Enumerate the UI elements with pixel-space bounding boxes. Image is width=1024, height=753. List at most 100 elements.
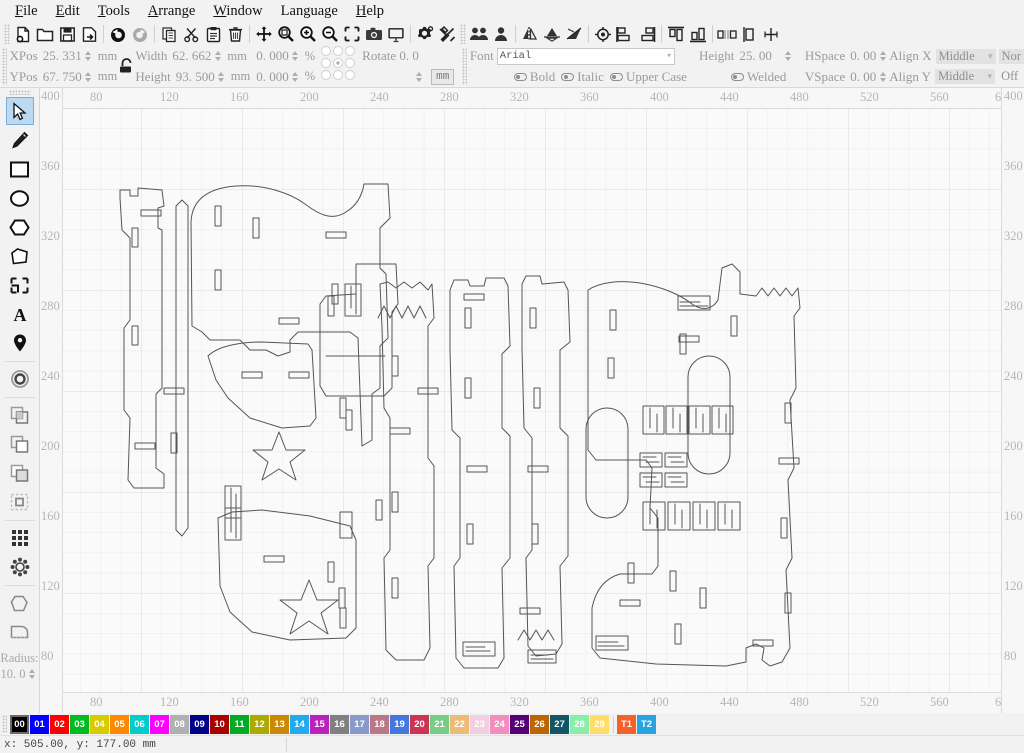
anchor-top-center[interactable] xyxy=(333,46,343,56)
align-left-icon[interactable] xyxy=(614,23,636,45)
palette-swatch-19[interactable]: 19 xyxy=(390,715,409,734)
ypos-value[interactable]: 67. 750 xyxy=(43,69,82,85)
welded-toggle[interactable] xyxy=(731,73,744,81)
palette-swatch-13[interactable]: 13 xyxy=(270,715,289,734)
width-percent-stepper[interactable] xyxy=(291,48,300,64)
draw-lines-tool[interactable] xyxy=(6,126,34,154)
lock-aspect-ratio-icon[interactable] xyxy=(117,46,135,87)
palette-swatch-20[interactable]: 20 xyxy=(410,715,429,734)
palette-swatch-14[interactable]: 14 xyxy=(290,715,309,734)
palette-swatch-28[interactable]: 28 xyxy=(570,715,589,734)
undo-icon[interactable] xyxy=(107,23,129,45)
palette-tool-T2[interactable]: T2 xyxy=(637,715,656,734)
close-path-tool[interactable] xyxy=(6,589,34,617)
rotate-label[interactable]: Rotate 0. 0 xyxy=(362,48,419,64)
palette-swatch-00[interactable]: 00 xyxy=(10,715,29,734)
palette-swatch-11[interactable]: 11 xyxy=(230,715,249,734)
ruler-vertical-left[interactable]: 400 360 320 280 240 200 160 120 80 xyxy=(40,88,63,713)
hspace-value[interactable]: 0. 00 xyxy=(850,48,876,64)
rectangle-tool[interactable] xyxy=(6,155,34,183)
text-height-value[interactable]: 25. 00 xyxy=(739,48,772,64)
palette-swatch-12[interactable]: 12 xyxy=(250,715,269,734)
height-value[interactable]: 93. 500 xyxy=(176,69,215,85)
bold-toggle[interactable] xyxy=(514,73,527,81)
offset-tool[interactable] xyxy=(6,365,34,393)
rotate-stepper[interactable] xyxy=(414,69,423,85)
palette-swatch-07[interactable]: 07 xyxy=(150,715,169,734)
palette-swatch-26[interactable]: 26 xyxy=(530,715,549,734)
distribute-vertical-icon[interactable] xyxy=(738,23,760,45)
zoom-selection-icon[interactable] xyxy=(341,23,363,45)
move-icon[interactable] xyxy=(253,23,275,45)
upper-case-toggle[interactable] xyxy=(610,73,623,81)
fillet-tool[interactable] xyxy=(6,618,34,646)
ypos-stepper[interactable] xyxy=(84,69,93,85)
palette-swatch-06[interactable]: 06 xyxy=(130,715,149,734)
align-top-icon[interactable] xyxy=(665,23,687,45)
position-marker-tool[interactable] xyxy=(6,329,34,357)
menu-tools[interactable]: Tools xyxy=(89,1,139,22)
preview-icon[interactable] xyxy=(385,23,407,45)
radius-stepper[interactable] xyxy=(28,666,37,682)
menu-edit[interactable]: Edit xyxy=(47,1,89,22)
text-height-stepper[interactable] xyxy=(784,48,793,64)
palette-swatch-15[interactable]: 15 xyxy=(310,715,329,734)
subtract-tool[interactable] xyxy=(6,459,34,487)
open-file-icon[interactable] xyxy=(34,23,56,45)
palette-swatch-04[interactable]: 04 xyxy=(90,715,109,734)
rotate-90-icon[interactable] xyxy=(563,23,585,45)
design-canvas[interactable] xyxy=(40,88,1024,708)
anchor-bottom-left[interactable] xyxy=(321,70,331,80)
height-percent-stepper[interactable] xyxy=(291,69,300,85)
property-bar-grip[interactable] xyxy=(2,48,7,85)
vspace-stepper[interactable] xyxy=(878,69,887,85)
palette-tool-T1[interactable]: T1 xyxy=(617,715,636,734)
palette-swatch-17[interactable]: 17 xyxy=(350,715,369,734)
canvas-workspace[interactable]: 80 120 160 200 240 280 320 360 400 440 4… xyxy=(40,88,1024,713)
unit-button[interactable]: mm xyxy=(431,69,454,85)
palette-swatch-25[interactable]: 25 xyxy=(510,715,529,734)
select-tool[interactable] xyxy=(6,97,34,125)
palette-swatch-29[interactable]: 29 xyxy=(590,715,609,734)
device-settings-icon[interactable] xyxy=(436,23,458,45)
settings-icon[interactable] xyxy=(414,23,436,45)
align-y-extra-select[interactable]: Off xyxy=(998,69,1022,84)
weld-tool[interactable] xyxy=(6,401,34,429)
hspace-stepper[interactable] xyxy=(878,48,887,64)
ruler-horizontal-top[interactable]: 80 120 160 200 240 280 320 360 400 440 4… xyxy=(40,88,1024,109)
align-center-icon[interactable] xyxy=(592,23,614,45)
intersect-tool[interactable] xyxy=(6,488,34,516)
vspace-value[interactable]: 0. 00 xyxy=(850,69,876,85)
ungroup-icon[interactable] xyxy=(490,23,512,45)
delete-icon[interactable] xyxy=(224,23,246,45)
palette-swatch-08[interactable]: 08 xyxy=(170,715,189,734)
anchor-bottom-right[interactable] xyxy=(345,70,355,80)
cut-icon[interactable] xyxy=(180,23,202,45)
edit-nodes-tool[interactable] xyxy=(6,242,34,270)
toolbar-grip-2[interactable] xyxy=(460,24,466,44)
array-tool[interactable] xyxy=(6,524,34,552)
distribute-horizontal-icon[interactable] xyxy=(716,23,738,45)
group-icon[interactable] xyxy=(468,23,490,45)
zoom-in-icon[interactable] xyxy=(297,23,319,45)
text-tool[interactable]: A xyxy=(6,300,34,328)
menu-help[interactable]: Help xyxy=(347,1,393,22)
anchor-middle-left[interactable] xyxy=(321,58,331,68)
tool-palette-grip[interactable] xyxy=(9,90,31,95)
anchor-top-right[interactable] xyxy=(345,46,355,56)
menu-window[interactable]: Window xyxy=(204,1,271,22)
anchor-top-left[interactable] xyxy=(321,46,331,56)
align-bottom-icon[interactable] xyxy=(687,23,709,45)
width-percent-value[interactable]: 0. 000 xyxy=(256,48,289,64)
zoom-fit-icon[interactable] xyxy=(275,23,297,45)
palette-grip[interactable] xyxy=(2,715,7,733)
width-stepper[interactable] xyxy=(213,48,222,64)
polygon-tool[interactable] xyxy=(6,213,34,241)
palette-swatch-16[interactable]: 16 xyxy=(330,715,349,734)
height-percent-value[interactable]: 0. 000 xyxy=(256,69,289,85)
align-y-select[interactable]: Middle ▾ xyxy=(935,69,995,84)
align-right-icon[interactable] xyxy=(636,23,658,45)
mirror-horizontal-icon[interactable] xyxy=(519,23,541,45)
boolean-tool[interactable] xyxy=(6,271,34,299)
palette-swatch-22[interactable]: 22 xyxy=(450,715,469,734)
